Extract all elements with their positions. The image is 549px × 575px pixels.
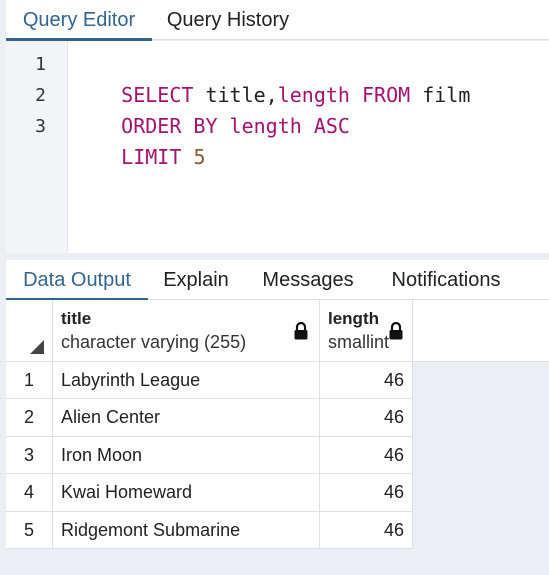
cell-title[interactable]: Labyrinth League — [53, 362, 320, 399]
code-line-3[interactable]: LIMIT 5 — [73, 112, 205, 202]
lock-icon — [389, 322, 403, 340]
tab-label: Explain — [163, 269, 229, 291]
sql-keyword: LIMIT — [121, 145, 182, 169]
line-number: 2 — [35, 85, 46, 106]
column-name: title — [61, 309, 92, 328]
tab-label: Query History — [166, 9, 290, 31]
corner-triangle-icon — [30, 340, 44, 354]
tab-label: Query Editor — [22, 9, 136, 31]
column-header-length[interactable]: length smallint — [320, 300, 413, 362]
tab-label: Notifications — [391, 269, 501, 291]
tab-query-editor[interactable]: Query Editor — [6, 0, 152, 41]
select-all-corner[interactable] — [6, 300, 53, 362]
tab-label: Data Output — [23, 269, 131, 291]
editor-tab-bar: Query Editor Query History — [6, 0, 549, 41]
column-type: smallint — [328, 332, 390, 352]
cell-length[interactable]: 46 — [320, 474, 413, 512]
line-number: 3 — [35, 116, 46, 137]
column-type: character varying (255) — [61, 332, 247, 352]
cell-title[interactable]: Ridgemont Submarine — [53, 512, 320, 549]
lock-icon — [294, 322, 308, 340]
row-number[interactable]: 1 — [6, 362, 53, 399]
tab-query-history[interactable]: Query History — [154, 0, 302, 40]
cell-title[interactable]: Iron Moon — [53, 437, 320, 474]
row-number[interactable]: 3 — [6, 437, 53, 474]
sql-keyword: FROM — [362, 83, 411, 107]
tab-label: Messages — [262, 269, 354, 291]
sql-text: film — [410, 83, 471, 107]
tab-data-output[interactable]: Data Output — [6, 260, 148, 301]
column-header-title[interactable]: title character varying (255) — [53, 300, 320, 362]
query-editor[interactable]: 1 2 3 SELECT title,length FROM film ORDE… — [6, 41, 549, 253]
cell-title[interactable]: Alien Center — [53, 399, 320, 437]
cell-title[interactable]: Kwai Homeward — [53, 474, 320, 512]
tab-messages[interactable]: Messages — [246, 260, 370, 300]
cell-length[interactable]: 46 — [320, 512, 413, 549]
tab-notifications[interactable]: Notifications — [376, 260, 516, 300]
line-number: 1 — [35, 54, 46, 75]
cell-length[interactable]: 46 — [320, 399, 413, 437]
line-number-gutter: 1 2 3 — [6, 41, 68, 253]
cell-length[interactable]: 46 — [320, 437, 413, 474]
grid-header-row: title character varying (255) length sma… — [6, 300, 549, 362]
row-number[interactable]: 2 — [6, 399, 53, 437]
output-tab-bar: Data Output Explain Messages Notificatio… — [6, 260, 549, 301]
cell-length[interactable]: 46 — [320, 362, 413, 399]
row-number[interactable]: 5 — [6, 512, 53, 549]
column-name: length — [328, 309, 379, 328]
data-output-grid: title character varying (255) length sma… — [6, 300, 549, 550]
tab-explain[interactable]: Explain — [152, 260, 240, 300]
row-number[interactable]: 4 — [6, 474, 53, 512]
sql-number: 5 — [193, 145, 206, 169]
